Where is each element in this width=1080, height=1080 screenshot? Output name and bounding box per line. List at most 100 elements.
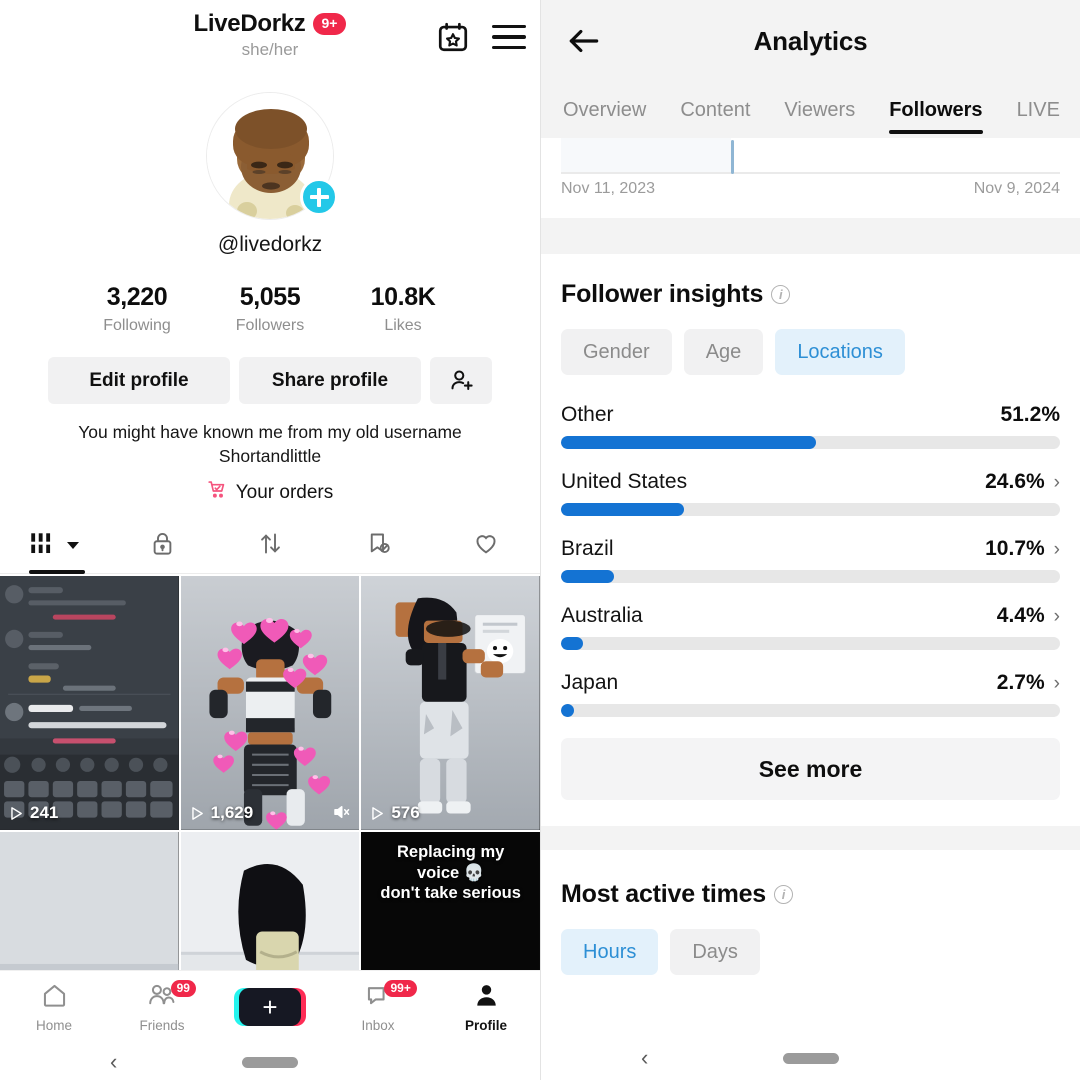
- nav-label: Profile: [464, 1017, 507, 1033]
- chip-locations[interactable]: Locations: [775, 329, 905, 375]
- repost-icon: [257, 530, 284, 562]
- chart-date-range: Nov 11, 2023 Nov 9, 2024: [561, 180, 1060, 198]
- bookmark-hidden-icon: [365, 530, 392, 562]
- system-back-icon[interactable]: ‹: [641, 1045, 648, 1071]
- location-value-group: 2.7% ›: [997, 671, 1060, 695]
- add-person-icon[interactable]: [430, 357, 492, 404]
- stat-value: 10.8K: [370, 283, 436, 311]
- stat-followers[interactable]: 5,055 Followers: [204, 283, 337, 335]
- location-percent: 10.7%: [985, 537, 1045, 560]
- create-plus-icon[interactable]: +: [234, 988, 306, 1026]
- video-view-count-row: 241: [7, 803, 58, 823]
- section-divider: [541, 826, 1080, 850]
- tab-content[interactable]: Content: [680, 82, 750, 138]
- tab-private[interactable]: [108, 518, 216, 573]
- analytics-header: Analytics: [541, 0, 1080, 82]
- location-bar-fill: [561, 503, 684, 516]
- location-row-brazil[interactable]: Brazil 10.7% ›: [561, 537, 1060, 583]
- chart-range-handle[interactable]: [731, 140, 734, 174]
- location-name: Other: [561, 403, 614, 426]
- chevron-right-icon[interactable]: ›: [1054, 607, 1060, 626]
- tab-reposts[interactable]: [216, 518, 324, 573]
- location-percent: 2.7%: [996, 671, 1045, 694]
- avatar[interactable]: [206, 92, 338, 220]
- nav-profile[interactable]: Profile: [432, 982, 540, 1033]
- nav-label: Home: [35, 1017, 72, 1033]
- chip-age[interactable]: Age: [683, 329, 764, 375]
- chip-gender[interactable]: Gender: [561, 329, 672, 375]
- profile-handle: @livedorkz: [217, 233, 323, 256]
- tab-live[interactable]: LIVE: [1017, 82, 1060, 138]
- tab-viewers[interactable]: Viewers: [784, 82, 855, 138]
- location-bar-track: [561, 570, 1060, 583]
- info-icon[interactable]: i: [771, 285, 791, 304]
- see-more-button[interactable]: See more: [561, 738, 1060, 800]
- chart-range-fill: [561, 138, 731, 172]
- follow-plus-icon[interactable]: [300, 178, 338, 216]
- video-thumbnail[interactable]: 1,629: [180, 576, 360, 831]
- nav-inbox[interactable]: 99+ Inbox: [324, 979, 432, 1033]
- muted-icon: [332, 803, 350, 821]
- location-row-japan[interactable]: Japan 2.7% ›: [561, 671, 1060, 717]
- share-profile-button[interactable]: Share profile: [239, 357, 421, 404]
- tab-overview[interactable]: Overview: [563, 82, 646, 138]
- location-row-australia[interactable]: Australia 4.4% ›: [561, 604, 1060, 650]
- stat-value: 5,055: [239, 283, 301, 311]
- location-bar-track: [561, 704, 1060, 717]
- chevron-right-icon[interactable]: ›: [1054, 540, 1060, 559]
- location-name: Australia: [561, 604, 643, 627]
- nav-home[interactable]: Home: [0, 982, 108, 1033]
- active-times-chips: Hours Days: [561, 929, 1060, 975]
- location-name: Brazil: [561, 537, 614, 560]
- info-icon[interactable]: i: [774, 885, 794, 904]
- nav-badge: 99+: [384, 979, 417, 997]
- hamburger-menu-icon[interactable]: [492, 25, 526, 49]
- follower-insights-section: Follower insights i Gender Age Locations…: [541, 254, 1080, 800]
- shopping-cart-icon: [207, 479, 228, 506]
- location-bar-fill: [561, 637, 583, 650]
- page-title: Follower insights: [561, 280, 764, 308]
- video-views: 1,629: [210, 803, 254, 823]
- profile-content-tabs: [0, 518, 540, 575]
- location-name: United States: [561, 470, 688, 493]
- section-divider: [541, 218, 1080, 254]
- system-home-pill[interactable]: [783, 1052, 839, 1064]
- grid-posts-icon: [29, 532, 63, 560]
- tab-saved[interactable]: [324, 518, 432, 573]
- stat-likes[interactable]: 10.8K Likes: [337, 283, 470, 335]
- video-views: 241: [30, 803, 59, 823]
- stat-following[interactable]: 3,220 Following: [71, 283, 204, 335]
- chevron-right-icon[interactable]: ›: [1054, 473, 1060, 492]
- chevron-down-icon[interactable]: [67, 542, 79, 550]
- analytics-tabs: Overview Content Viewers Followers LIVE: [541, 82, 1080, 138]
- location-row-header: Japan 2.7% ›: [561, 671, 1060, 695]
- location-name: Japan: [561, 671, 619, 694]
- stat-label: Following: [103, 317, 171, 334]
- back-arrow-icon[interactable]: [565, 22, 603, 60]
- bottom-nav-row: Home 99 Friends + 99+ Inbox Profile: [0, 971, 540, 1043]
- video-views: 576: [391, 803, 420, 823]
- chart-range-rail: [561, 172, 1060, 174]
- edit-profile-button[interactable]: Edit profile: [48, 357, 230, 404]
- nav-create[interactable]: +: [216, 988, 324, 1026]
- tab-liked[interactable]: [432, 518, 540, 573]
- location-bar-track: [561, 503, 1060, 516]
- video-thumbnail[interactable]: 576: [361, 576, 540, 831]
- chevron-right-icon[interactable]: ›: [1054, 674, 1060, 693]
- location-row-united-states[interactable]: United States 24.6% ›: [561, 470, 1060, 516]
- active-tab-indicator: [29, 570, 85, 575]
- video-thumbnail[interactable]: 241: [0, 576, 179, 831]
- system-home-pill[interactable]: [242, 1056, 298, 1068]
- your-orders-link[interactable]: Your orders: [0, 479, 540, 506]
- chip-days[interactable]: Days: [670, 929, 760, 975]
- location-value-group: 10.7% ›: [985, 537, 1060, 561]
- calendar-star-icon[interactable]: [436, 20, 470, 54]
- tab-followers[interactable]: Followers: [889, 82, 983, 138]
- tab-posts[interactable]: [0, 518, 108, 573]
- nav-label: Inbox: [361, 1017, 395, 1033]
- nav-friends[interactable]: 99 Friends: [108, 979, 216, 1033]
- location-percent: 24.6%: [985, 470, 1045, 493]
- chip-hours[interactable]: Hours: [561, 929, 659, 975]
- system-back-icon[interactable]: ‹: [110, 1049, 117, 1075]
- name-notification-badge[interactable]: 9+: [312, 13, 347, 35]
